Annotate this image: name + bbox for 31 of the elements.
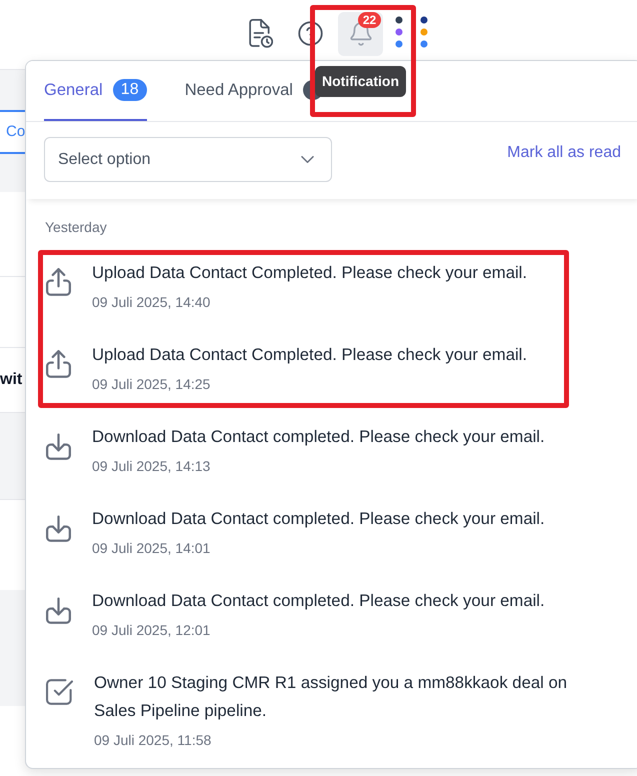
notification-bell-button[interactable]: 22	[338, 12, 383, 56]
chevron-down-icon	[301, 156, 314, 163]
table-cell-text: wit	[0, 370, 22, 390]
notification-time: 09 Juli 2025, 14:01	[92, 539, 212, 558]
notification-text: Upload Data Contact Completed. Please check your email.	[92, 262, 528, 284]
mark-all-read-link[interactable]: Mark all as read	[507, 141, 621, 165]
upload-icon	[46, 350, 71, 378]
tab[interactable]: General 18	[44, 61, 147, 121]
notification-time: 09 Juli 2025, 11:58	[94, 731, 212, 750]
notification-text: Owner 10 Staging CMR R1 assigned you a mm88kkaok deal on Sales Pipeline pipeline.	[94, 672, 568, 722]
notification-text: Download Data Contact completed. Please check your email.	[92, 508, 545, 530]
select-field[interactable]: Select option	[44, 137, 332, 182]
help-icon[interactable]	[297, 20, 324, 47]
download-icon	[46, 432, 71, 460]
group-heading: Yesterday	[44, 218, 108, 237]
notification-text: Download Data Contact completed. Please check your email.	[92, 590, 545, 612]
notification-time: 09 Juli 2025, 14:25	[92, 375, 212, 394]
apps-grid-icon[interactable]	[395, 16, 428, 48]
upload-icon	[46, 268, 71, 296]
notification-time: 09 Juli 2025, 14:13	[92, 457, 212, 476]
checkbox-tick-icon	[46, 679, 73, 705]
document-clock-icon[interactable]	[249, 19, 273, 48]
notification-time: 09 Juli 2025, 12:01	[92, 621, 212, 640]
notification-count-badge: 22	[358, 12, 381, 28]
download-icon	[46, 596, 71, 624]
download-icon	[46, 514, 71, 542]
notification-text: Upload Data Contact Completed. Please check your email.	[92, 344, 528, 366]
tooltip: Notification	[315, 66, 406, 97]
notification-text: Download Data Contact completed. Please check your email.	[92, 426, 545, 448]
notification-time: 09 Juli 2025, 14:40	[92, 293, 212, 312]
count-badge: 18	[112, 79, 147, 101]
